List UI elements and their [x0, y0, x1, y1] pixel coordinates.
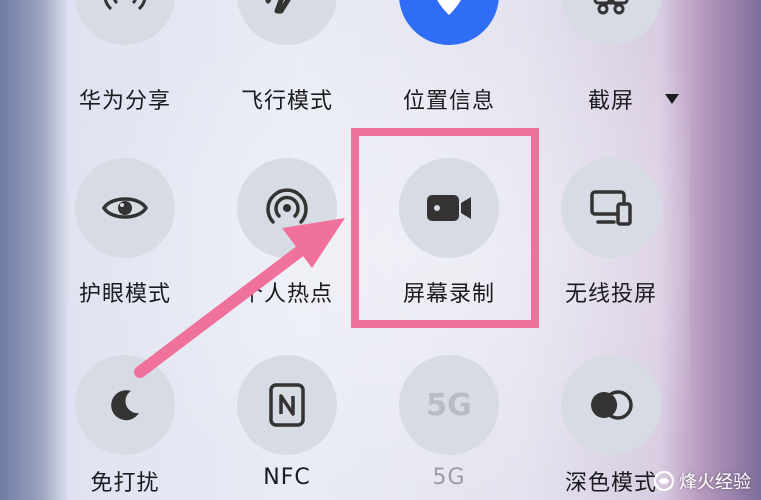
pointer-arrow — [134, 218, 345, 378]
watermark-logo-icon — [654, 471, 674, 491]
watermark: 烽火经验 — [653, 468, 751, 494]
watermark-text: 烽火经验 — [679, 472, 751, 493]
